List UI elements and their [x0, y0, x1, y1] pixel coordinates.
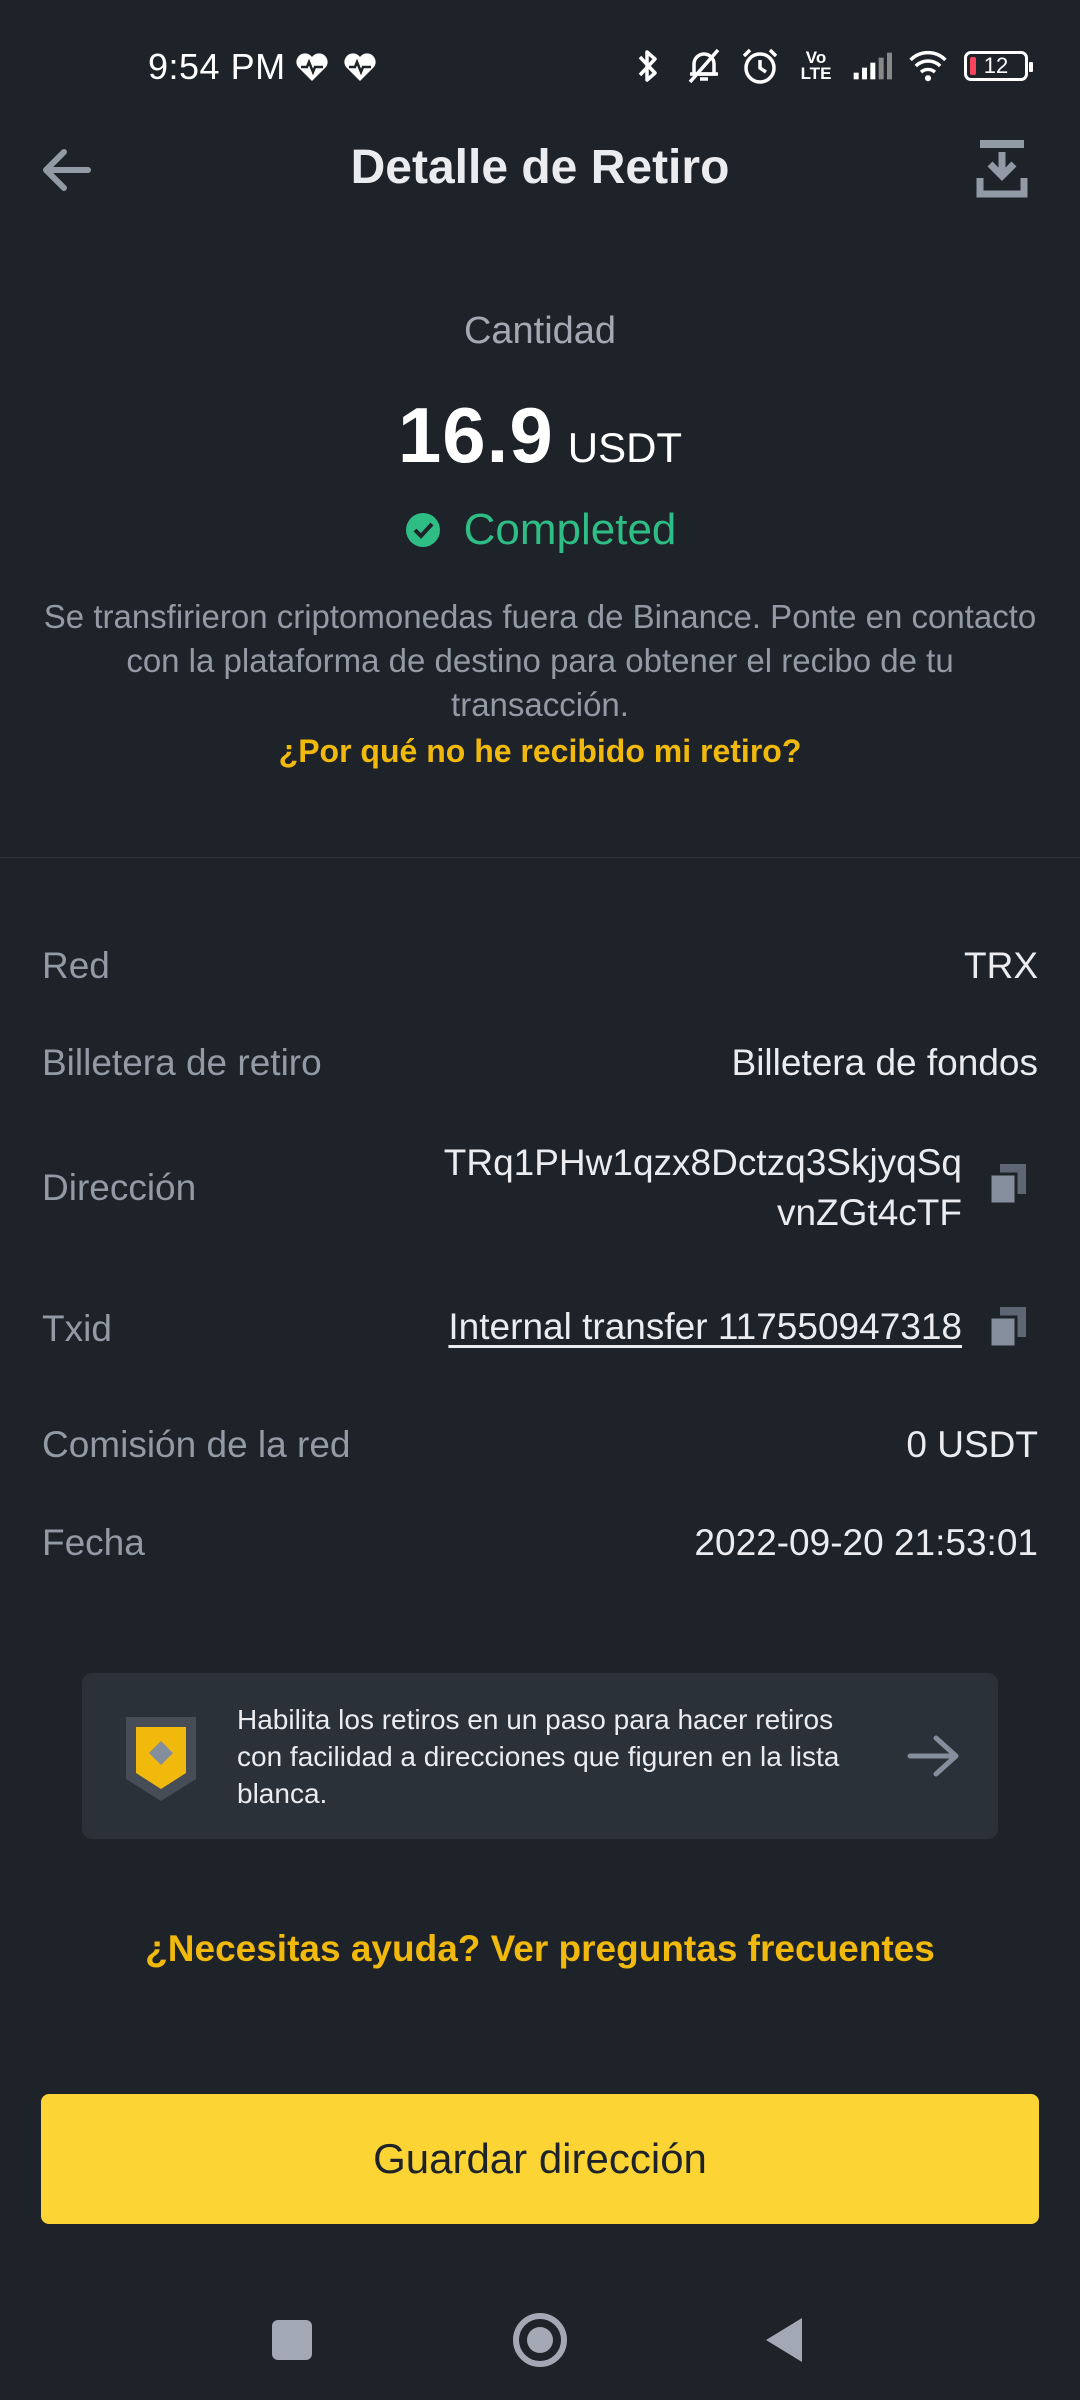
download-receipt-button[interactable]: [974, 136, 1030, 200]
muted-bell-icon: [684, 46, 724, 86]
address-label: Dirección: [42, 1167, 197, 1208]
network-label: Red: [42, 945, 110, 986]
fee-value: 0 USDT: [906, 1424, 1038, 1465]
shield-icon: [126, 1717, 196, 1801]
address-line-1: TRq1PHw1qzx8Dctzq3SkjyqSq: [443, 1142, 962, 1183]
amount: 16.9 USDT: [0, 390, 1080, 481]
fee-label: Comisión de la red: [42, 1424, 351, 1465]
status-time: 9:54 PM: [148, 46, 286, 87]
why-not-received-link[interactable]: ¿Por qué no he recibido mi retiro?: [0, 733, 1080, 770]
back-nav-icon[interactable]: [756, 2310, 816, 2370]
home-icon[interactable]: [510, 2310, 570, 2370]
bluetooth-icon: [628, 46, 668, 86]
status-bar: 9:54 PM Vo LTE 12: [0, 0, 1080, 140]
address-line-2: vnZGt4cTF: [776, 1192, 962, 1233]
copy-txid-icon[interactable]: [988, 1305, 1028, 1349]
one-step-withdrawal-card[interactable]: Habilita los retiros en un paso para hac…: [82, 1673, 998, 1839]
status-badge: Completed: [463, 505, 677, 554]
alarm-icon: [740, 46, 780, 86]
txid-link[interactable]: Internal transfer 117550947318: [448, 1302, 962, 1352]
page-title: Detalle de Retiro: [350, 141, 730, 194]
volte-bottom: LTE: [800, 64, 832, 83]
txid-label: Txid: [42, 1308, 112, 1349]
save-address-button[interactable]: Guardar dirección: [41, 2094, 1039, 2224]
faq-link[interactable]: ¿Necesitas ayuda? Ver preguntas frecuent…: [0, 1928, 1080, 1970]
volte-icon: Vo LTE: [796, 46, 836, 86]
health-notifications: [295, 52, 377, 82]
recents-icon[interactable]: [262, 2310, 322, 2370]
amount-unit: USDT: [567, 424, 683, 471]
info-text: Se transfirieron criptomonedas fuera de …: [43, 598, 1037, 723]
divider: [0, 857, 1080, 858]
arrow-right-icon: [907, 1735, 959, 1777]
heart-pulse-icon: [296, 53, 328, 81]
battery-icon: 12: [964, 51, 1033, 81]
amount-label: Cantidad: [463, 310, 617, 352]
copy-address-icon[interactable]: [988, 1162, 1028, 1206]
network-value: TRX: [964, 945, 1038, 986]
promo-text: Habilita los retiros en un paso para hac…: [237, 1704, 840, 1809]
check-circle-icon: [405, 513, 440, 547]
wallet-label: Billetera de retiro: [42, 1042, 322, 1083]
wallet-value: Billetera de fondos: [731, 1042, 1038, 1083]
download-icon: [976, 140, 1028, 198]
header: Detalle de Retiro: [0, 120, 1080, 220]
wifi-icon: [908, 46, 948, 86]
heart-pulse-icon: [344, 53, 376, 81]
system-nav-bar: [0, 2290, 1080, 2380]
status-line: Completed: [0, 505, 1080, 555]
date-label: Fecha: [42, 1522, 145, 1563]
address-value: TRq1PHw1qzx8Dctzq3SkjyqSq vnZGt4cTF: [444, 1138, 962, 1238]
battery-level: 12: [983, 53, 1009, 78]
signal-icon: [852, 46, 892, 86]
status-icons: Vo LTE 12: [628, 46, 1033, 86]
amount-value: 16.9: [397, 391, 554, 479]
date-value: 2022-09-20 21:53:01: [694, 1522, 1038, 1563]
